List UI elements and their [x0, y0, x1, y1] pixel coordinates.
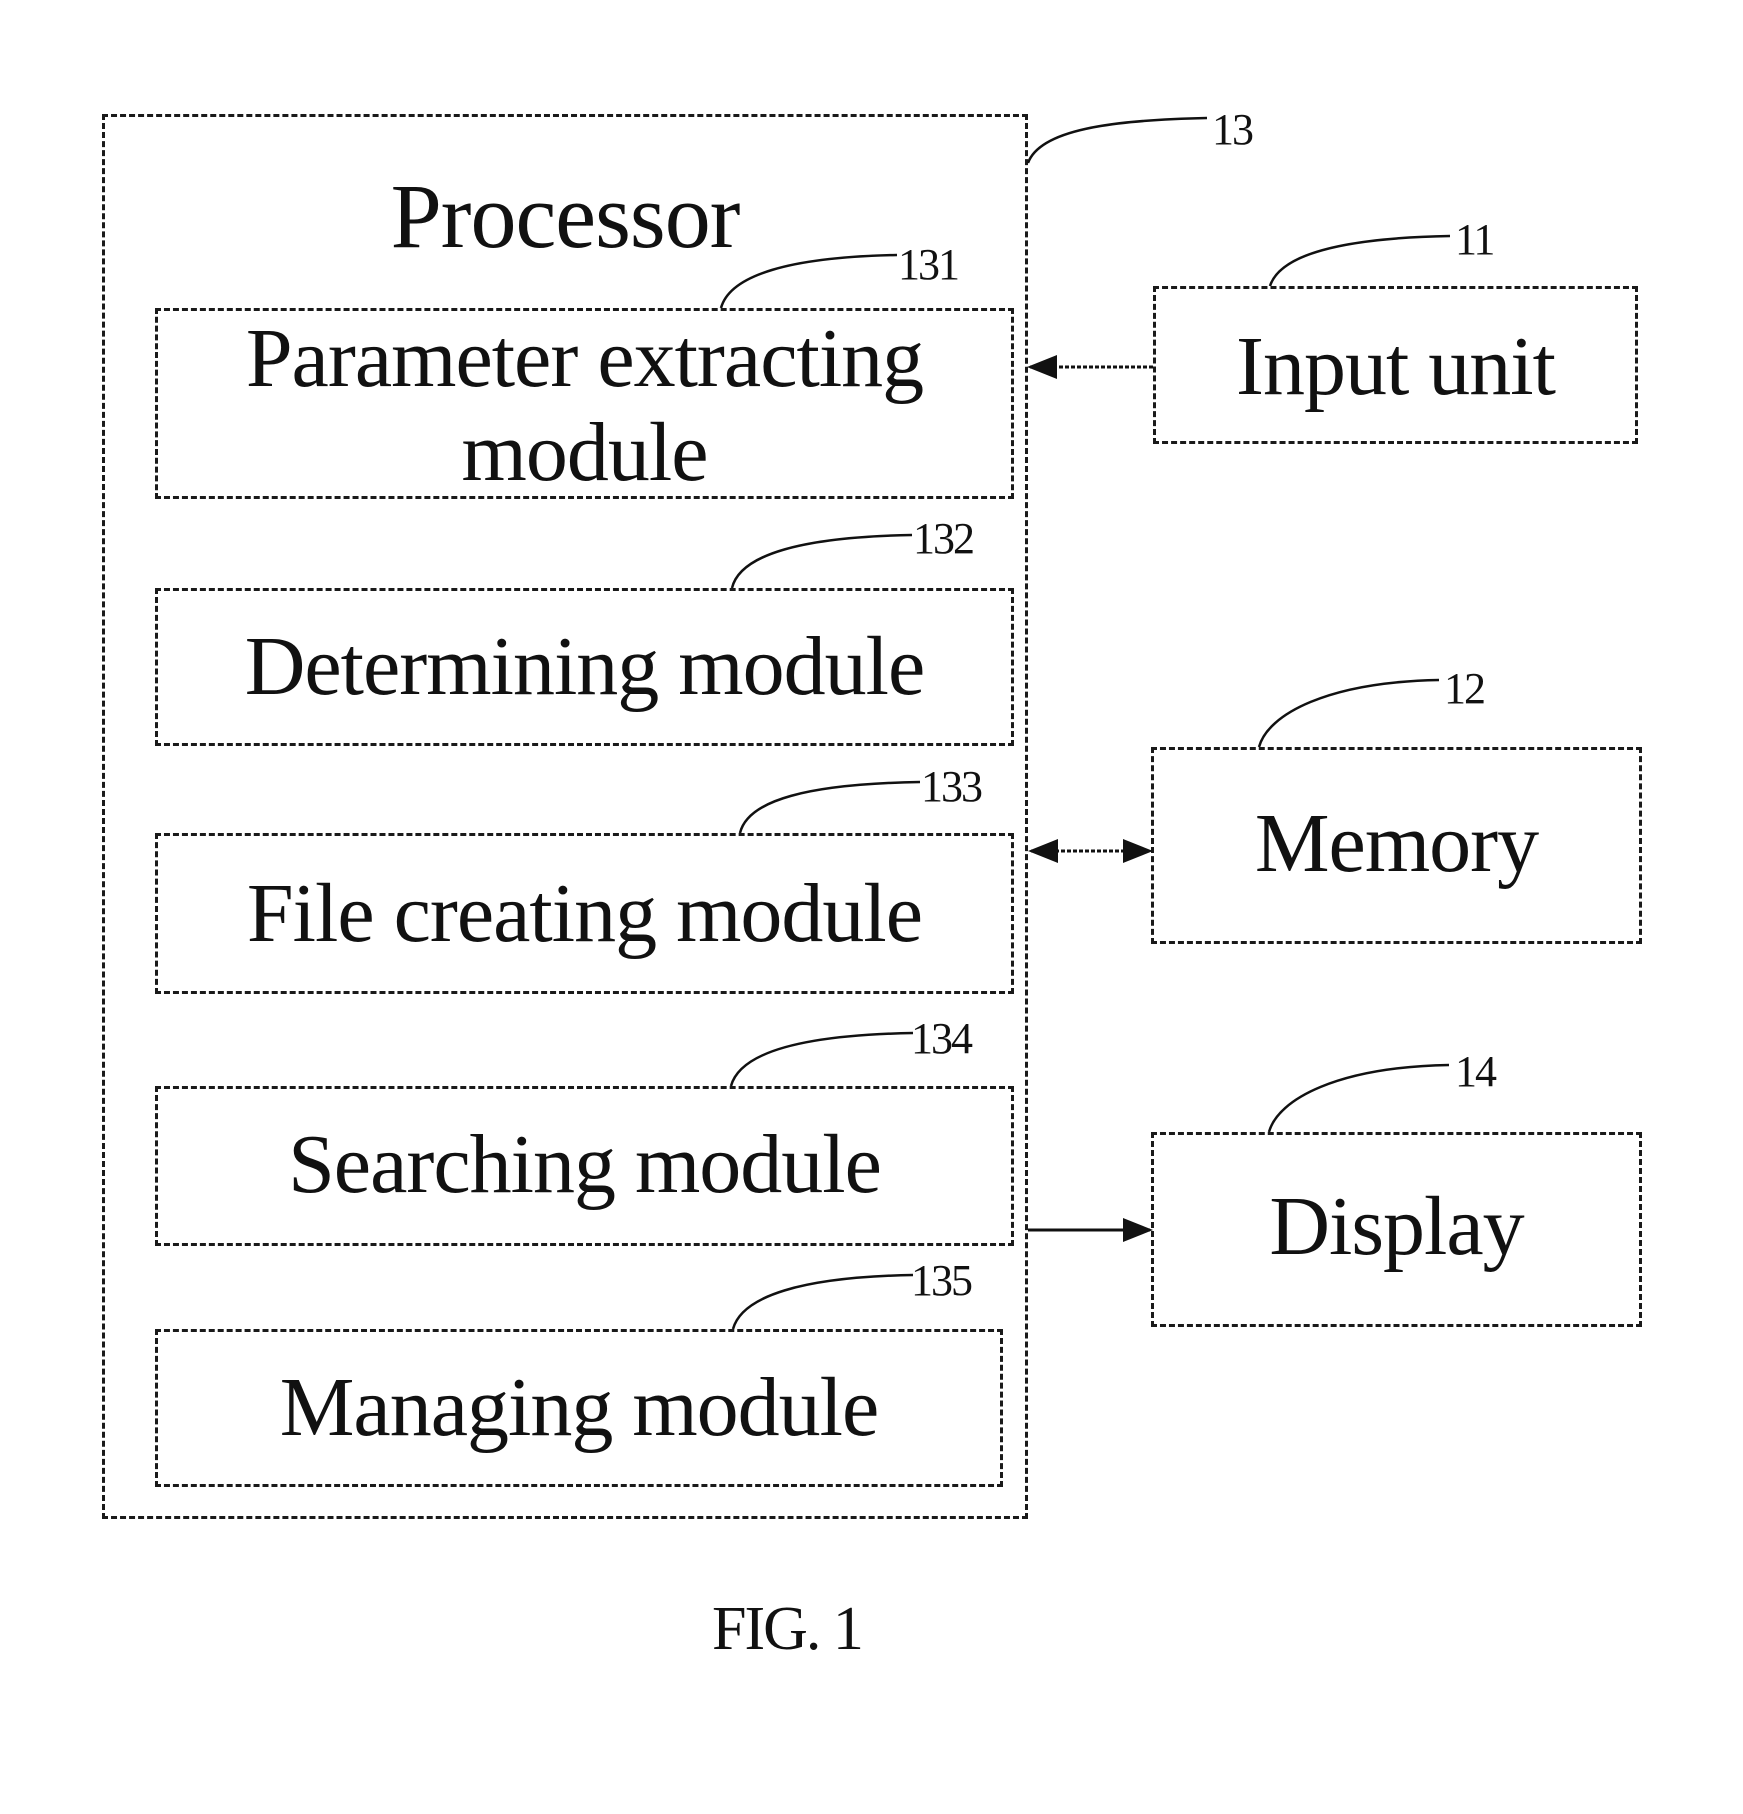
leader-line-11 — [1268, 234, 1451, 287]
ref-135: 135 — [911, 1256, 973, 1305]
connector-layer — [719, 116, 1451, 1330]
ref-13: 13 — [1212, 105, 1254, 154]
leader-line-12 — [1257, 678, 1440, 748]
ref-12: 12 — [1444, 664, 1486, 713]
ref-133: 133 — [921, 762, 983, 811]
leader-line-131 — [719, 253, 898, 309]
ref-132: 132 — [913, 514, 975, 563]
leader-line-132 — [730, 533, 913, 589]
leader-line-14 — [1267, 1063, 1450, 1133]
ref-131: 131 — [898, 240, 960, 289]
leader-line-135 — [731, 1273, 914, 1330]
figure-caption: FIG. 1 — [712, 1595, 864, 1663]
ref-14: 14 — [1455, 1047, 1497, 1096]
leader-line-13 — [1026, 116, 1208, 164]
ref-11: 11 — [1455, 215, 1495, 264]
leader-line-134 — [729, 1031, 914, 1087]
ref-134: 134 — [911, 1014, 973, 1063]
leader-line-133 — [738, 780, 921, 834]
